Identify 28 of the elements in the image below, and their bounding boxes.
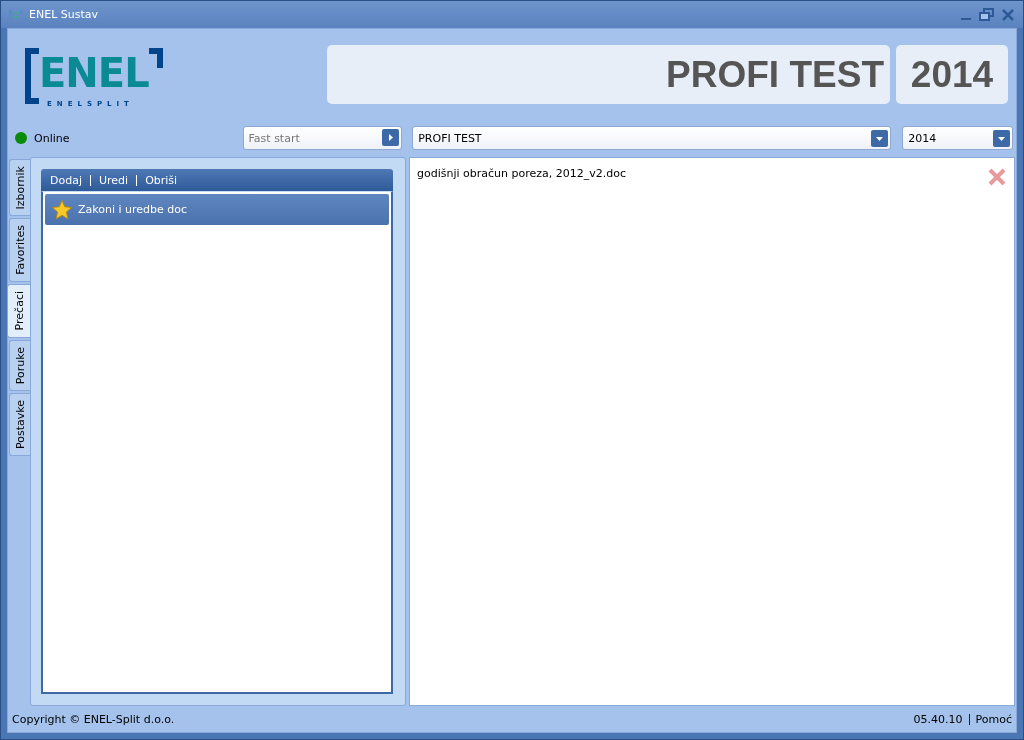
help-link[interactable]: Pomoć	[975, 712, 1012, 726]
play-icon[interactable]	[382, 129, 400, 146]
version-text: 05.40.10	[913, 712, 963, 726]
status-label: Online	[34, 131, 70, 145]
company-title: PROFI TEST	[327, 45, 890, 104]
delete-icon[interactable]	[987, 167, 1007, 187]
side-tab[interactable]: Postavke	[9, 392, 30, 456]
toolbar-link[interactable]: Obriši	[145, 173, 178, 187]
dropdown-icon[interactable]	[993, 129, 1010, 147]
toolbar-link[interactable]: Dodaj	[50, 173, 82, 187]
company-dropdown[interactable]: PROFI TEST	[412, 126, 892, 150]
side-tab[interactable]: Poruke	[9, 339, 30, 391]
copyright-text: Copyright © ENEL-Split d.o.o.	[12, 712, 175, 726]
window-title: ENEL Sustav	[29, 8, 98, 21]
app-icon	[9, 8, 23, 21]
side-tab[interactable]: Favorites	[9, 218, 30, 283]
year-dropdown[interactable]: 2014	[902, 126, 1013, 150]
toolbar-link[interactable]: Uredi	[99, 173, 129, 187]
side-tab[interactable]: Izbornik	[9, 159, 30, 217]
close-icon[interactable]	[1001, 7, 1015, 22]
shortcut-item[interactable]: Zakoni i uredbe doc	[45, 194, 389, 225]
year-title: 2014	[896, 45, 1008, 104]
restore-icon[interactable]	[979, 7, 995, 22]
document-name[interactable]: godišnji obračun poreza, 2012_v2.doc	[417, 167, 627, 180]
dropdown-icon[interactable]	[871, 129, 889, 147]
side-tab[interactable]: Prečaci	[7, 284, 30, 338]
fast-start-field[interactable]: Fast start	[242, 126, 403, 150]
star-icon	[51, 198, 73, 221]
